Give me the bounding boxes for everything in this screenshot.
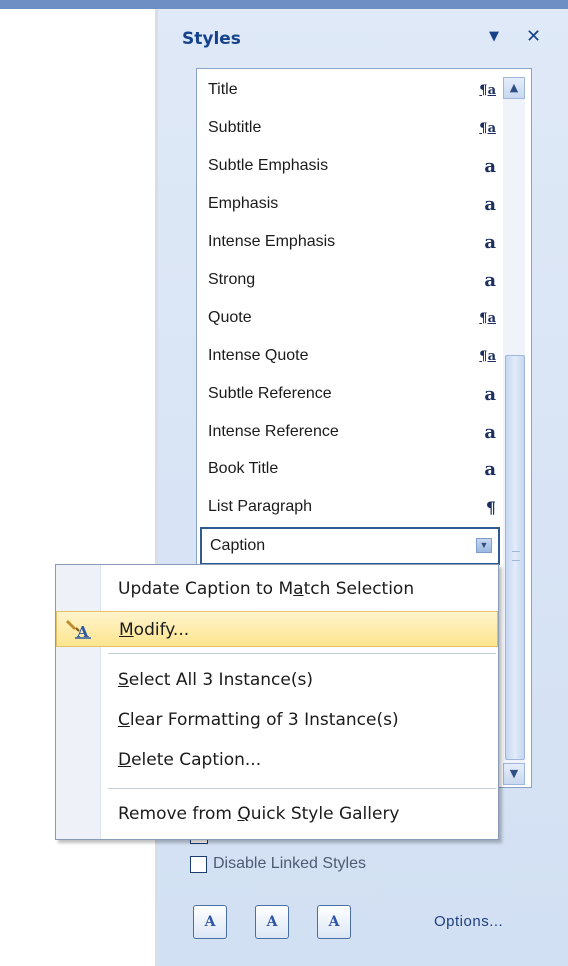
pane-menu-icon[interactable]: ▼ <box>489 29 499 44</box>
menu-item-label: Select All 3 Instance(s) <box>118 670 313 690</box>
character-style-icon: a <box>484 421 496 443</box>
style-item-label: Quote <box>208 309 252 326</box>
style-item-label: List Paragraph <box>208 498 313 515</box>
menu-item-remove-from-gallery[interactable]: Remove from Quick Style Gallery <box>56 796 498 832</box>
style-item-intense-quote[interactable]: Intense Quote ¶a <box>208 340 500 372</box>
style-item-book-title[interactable]: Book Title a <box>208 453 500 485</box>
new-style-button[interactable]: A <box>193 905 227 939</box>
style-item-label: Emphasis <box>208 195 279 212</box>
style-item-caption-selected[interactable]: Caption ▼ <box>200 527 500 565</box>
window-top-bar <box>0 0 568 9</box>
style-inspector-button[interactable]: A <box>255 905 289 939</box>
chevron-down-icon[interactable]: ▼ <box>476 538 492 553</box>
linked-style-icon: ¶a <box>479 120 496 136</box>
linked-style-icon: ¶a <box>479 310 496 326</box>
style-item-subtle-emphasis[interactable]: Subtle Emphasis a <box>208 150 500 182</box>
style-item-list-paragraph[interactable]: List Paragraph ¶ <box>208 491 500 523</box>
menu-item-label: Remove from Quick Style Gallery <box>118 804 400 824</box>
style-item-label: Title <box>208 81 238 98</box>
character-style-icon: a <box>484 193 496 215</box>
style-item-subtle-reference[interactable]: Subtle Reference a <box>208 378 500 410</box>
modify-style-icon: A <box>66 617 92 641</box>
menu-item-update-caption[interactable]: Update Caption to Match Selection <box>56 571 498 607</box>
new-style-icon: A <box>204 914 216 930</box>
style-item-label: Intense Emphasis <box>208 233 336 250</box>
manage-styles-icon: A <box>328 914 340 930</box>
menu-separator <box>108 788 496 789</box>
pilcrow-icon: ¶ <box>485 497 496 517</box>
style-item-label: Caption <box>210 537 266 554</box>
style-item-label: Book Title <box>208 460 279 477</box>
style-item-label: Subtle Reference <box>208 385 332 402</box>
style-item-label: Strong <box>208 271 256 288</box>
style-item-emphasis[interactable]: Emphasis a <box>208 188 500 220</box>
style-item-intense-reference[interactable]: Intense Reference a <box>208 416 500 448</box>
style-item-label: Intense Quote <box>208 347 309 364</box>
character-style-icon: a <box>484 155 496 177</box>
style-inspector-icon: A <box>266 914 278 930</box>
menu-item-label: Modify... <box>119 620 190 640</box>
menu-item-label: Delete Caption... <box>118 750 262 770</box>
style-item-label: Subtle Emphasis <box>208 157 329 174</box>
menu-item-modify[interactable]: Modify... <box>56 611 498 647</box>
style-item-strong[interactable]: Strong a <box>208 264 500 296</box>
menu-item-select-all[interactable]: Select All 3 Instance(s) <box>56 662 498 698</box>
style-item-subtitle[interactable]: Subtitle ¶a <box>208 112 500 144</box>
pane-title: Styles <box>182 29 241 49</box>
style-item-title[interactable]: Title ¶a <box>208 74 500 106</box>
style-item-label: Intense Reference <box>208 423 339 440</box>
grip-icon <box>512 551 520 561</box>
menu-item-clear-formatting[interactable]: Clear Formatting of 3 Instance(s) <box>56 702 498 738</box>
manage-styles-button[interactable]: A <box>317 905 351 939</box>
linked-style-icon: ¶a <box>479 348 496 364</box>
style-item-quote[interactable]: Quote ¶a <box>208 302 500 334</box>
menu-item-label: Update Caption to Match Selection <box>118 579 415 599</box>
scroll-down-icon[interactable]: ▼ <box>503 763 525 785</box>
style-item-label: Subtitle <box>208 119 262 136</box>
character-style-icon: a <box>484 231 496 253</box>
linked-style-icon: ¶a <box>479 82 496 98</box>
scroll-thumb[interactable] <box>505 355 525 760</box>
menu-item-label: Clear Formatting of 3 Instance(s) <box>118 710 399 730</box>
modify-style-icon-svg: A <box>66 620 91 641</box>
character-style-icon: a <box>484 383 496 405</box>
close-icon[interactable]: ✕ <box>526 26 541 47</box>
scroll-up-icon[interactable]: ▲ <box>503 77 525 99</box>
svg-text:A: A <box>76 623 89 639</box>
options-link[interactable]: Options... <box>434 913 503 930</box>
disable-linked-styles-checkbox[interactable] <box>190 855 207 873</box>
character-style-icon: a <box>484 458 496 480</box>
disable-linked-styles-option[interactable]: Disable Linked Styles <box>190 855 366 873</box>
character-style-icon: a <box>484 269 496 291</box>
checkbox-label: Disable Linked Styles <box>213 855 366 872</box>
menu-separator <box>108 653 496 654</box>
menu-item-delete-caption[interactable]: Delete Caption... <box>56 742 498 778</box>
style-item-intense-emphasis[interactable]: Intense Emphasis a <box>208 226 500 258</box>
